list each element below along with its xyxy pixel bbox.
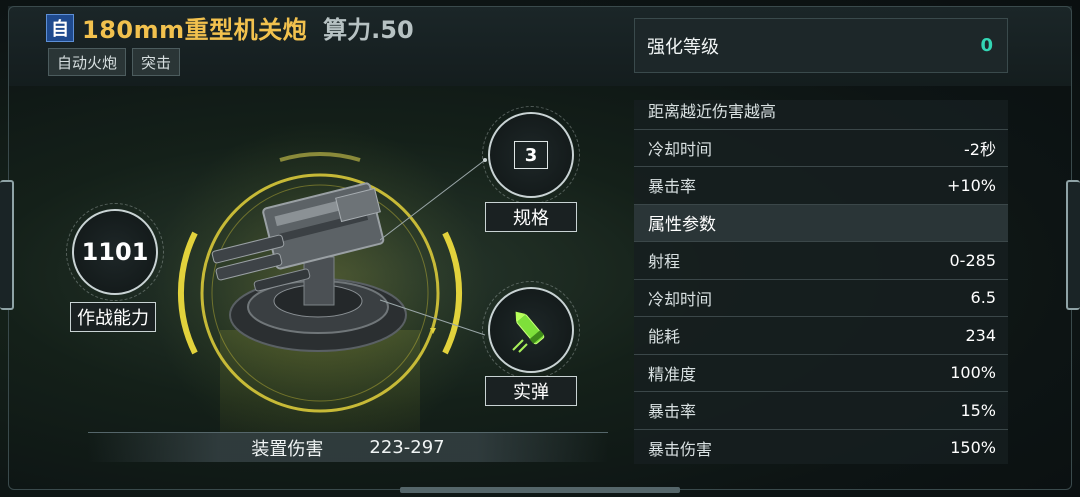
param-value: 150% xyxy=(950,438,996,458)
attribute-section-header: 属性参数 xyxy=(634,204,1008,242)
bottom-frame-deco xyxy=(400,487,680,493)
device-damage-bar: 装置伤害 223-297 xyxy=(88,432,608,462)
spec-label: 规格 xyxy=(485,202,577,232)
ammo-type-label: 实弹 xyxy=(485,376,577,406)
title-row: 自 180mm重型机关炮 算力.50 xyxy=(46,10,414,45)
enhance-level-value: 0 xyxy=(980,35,993,56)
spec-circle[interactable]: 3 xyxy=(482,106,580,204)
param-value: 6.5 xyxy=(970,288,996,308)
device-damage-label: 装置伤害 xyxy=(251,438,324,460)
param-value: 0-285 xyxy=(949,250,997,270)
left-frame-bracket xyxy=(0,180,14,310)
effect-row: 冷却时间 -2秒 xyxy=(634,130,1008,167)
effect-row: 距离越近伤害越高 xyxy=(634,100,1008,130)
param-label: 暴击伤害 xyxy=(648,439,713,459)
enhance-level-label: 强化等级 xyxy=(647,36,719,58)
param-label: 精准度 xyxy=(648,364,697,384)
effect-row: 暴击率 +10% xyxy=(634,167,1008,205)
power-label: 算力.50 xyxy=(323,16,414,44)
tag-assault: 突击 xyxy=(132,48,181,76)
effect-value: -2秒 xyxy=(964,139,996,159)
effect-label: 冷却时间 xyxy=(648,139,713,159)
param-label: 射程 xyxy=(648,252,681,272)
heavy-cannon-turret-icon xyxy=(211,182,407,352)
param-row: 精准度 100% xyxy=(634,355,1008,392)
param-label: 冷却时间 xyxy=(648,289,713,309)
weapon-name: 180mm重型机关炮 xyxy=(82,16,308,44)
attribute-section-title: 属性参数 xyxy=(648,215,716,236)
param-value: 15% xyxy=(960,400,996,420)
bullet-icon xyxy=(512,311,545,353)
param-row: 能耗 234 xyxy=(634,317,1008,355)
weapon-detail-frame: 自 180mm重型机关炮 算力.50 自动火炮 突击 1101 作战能力 3 规… xyxy=(0,0,1080,497)
param-row: 冷却时间 6.5 xyxy=(634,280,1008,317)
param-row: 射程 0-285 xyxy=(634,242,1008,280)
enhance-level-panel[interactable]: 强化等级 0 xyxy=(634,18,1008,73)
combat-power-circle: 1101 xyxy=(66,203,164,301)
param-value: 100% xyxy=(950,363,996,383)
param-row: 暴击伤害 150% xyxy=(634,430,1008,465)
effect-label: 距离越近伤害越高 xyxy=(648,102,777,122)
param-label: 暴击率 xyxy=(648,402,697,422)
weapon-tags: 自动火炮 突击 xyxy=(48,48,181,76)
param-value: 234 xyxy=(965,325,996,345)
param-label: 能耗 xyxy=(648,327,681,347)
ammo-type-circle[interactable] xyxy=(482,281,580,379)
weapon-type-badge: 自 xyxy=(46,13,74,42)
device-damage-value: 223-297 xyxy=(369,437,445,458)
attribute-panel[interactable]: 距离越近伤害越高 冷却时间 -2秒 暴击率 +10% 属性参数 射程 0-285… xyxy=(634,100,1008,464)
effect-label: 暴击率 xyxy=(648,177,697,197)
combat-power-label: 作战能力 xyxy=(70,302,156,332)
effect-value: +10% xyxy=(947,175,996,195)
param-row: 暴击率 15% xyxy=(634,392,1008,430)
tag-auto-cannon: 自动火炮 xyxy=(48,48,127,76)
spec-value: 3 xyxy=(514,141,548,169)
combat-power-value: 1101 xyxy=(81,238,149,266)
right-frame-bracket xyxy=(1066,180,1080,310)
